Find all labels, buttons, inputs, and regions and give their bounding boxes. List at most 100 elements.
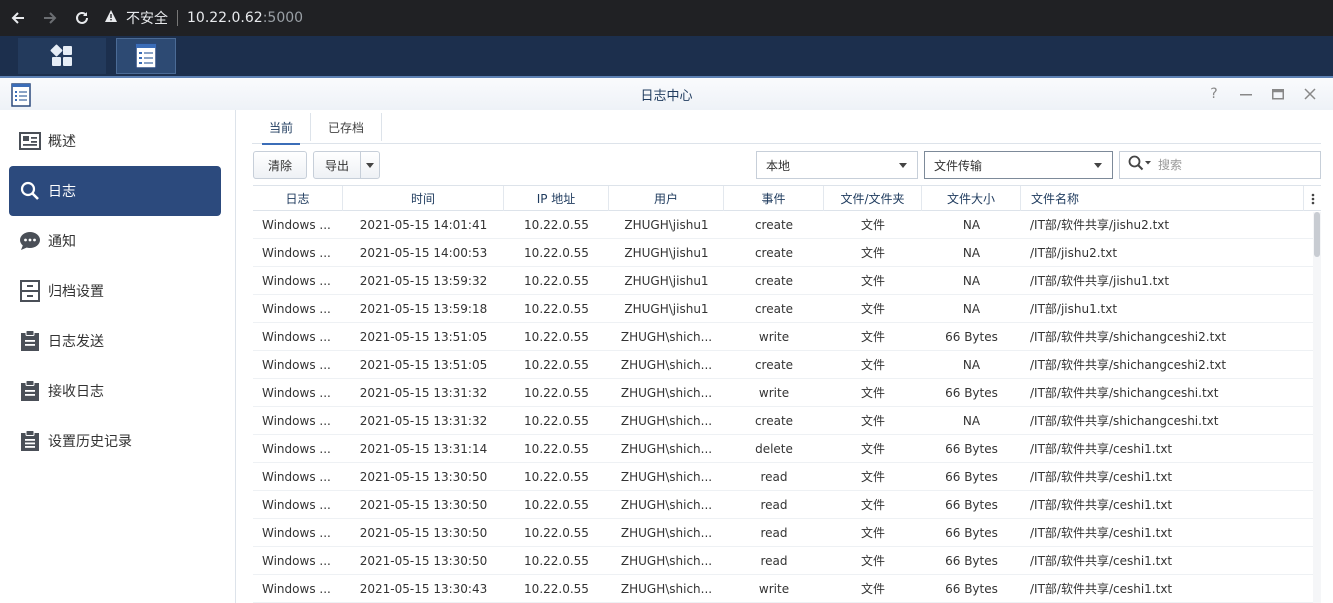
table-cell: 文件 — [860, 470, 885, 484]
table-cell: 10.22.0.55 — [524, 441, 589, 456]
table-cell: NA — [962, 413, 981, 428]
table-cell: Windows ... — [262, 497, 331, 512]
table-cell: 文件 — [860, 246, 885, 260]
table-cell: Windows ... — [262, 329, 331, 344]
table-cell: /IT部/软件共享/ceshi1.txt — [1030, 442, 1173, 456]
table-cell: ZHUGH\shich... — [620, 357, 713, 372]
source-select[interactable]: 本地 — [756, 151, 918, 179]
forward-arrow-icon[interactable] — [34, 0, 66, 36]
table-cell: read — [760, 553, 788, 568]
table-cell: create — [754, 301, 794, 316]
maximize-icon[interactable] — [1267, 84, 1289, 104]
export-dropdown-button[interactable] — [360, 151, 380, 179]
scrollbar-thumb[interactable] — [1314, 212, 1320, 257]
table-cell: 66 Bytes — [945, 553, 998, 568]
table-cell: 66 Bytes — [945, 497, 998, 512]
column-header-ip[interactable]: IP 地址 — [504, 186, 609, 211]
clear-button[interactable]: 清除 — [253, 151, 307, 179]
sidebar-item-label: 日志 — [48, 184, 76, 200]
address-bar[interactable]: 不安全 10.22.0.62 :5000 — [104, 4, 1324, 32]
table-header: 日志 时间 IP 地址 用户 事件 文件/文件夹 文件大小 文件名称 — [253, 185, 1321, 211]
table-cell: 文件 — [860, 414, 885, 428]
table-cell: /IT部/软件共享/ceshi1.txt — [1030, 526, 1173, 540]
table-row[interactable]: Windows ... 2021-05-15 14:01:41 10.22.0.55… — [253, 211, 1321, 239]
table-cell: 文件 — [860, 442, 885, 456]
url-host: 10.22.0.62 — [187, 10, 263, 26]
table-cell: Windows ... — [262, 217, 331, 232]
sidebar-item-label: 接收日志 — [48, 384, 104, 400]
column-header-event[interactable]: 事件 — [724, 186, 824, 211]
sidebar-item-overview[interactable]: 概述 — [9, 116, 221, 166]
log-type-select[interactable]: 文件传输 — [924, 151, 1113, 179]
table-cell: NA — [962, 357, 981, 372]
log-table: 日志 时间 IP 地址 用户 事件 文件/文件夹 文件大小 文件名称 Windo… — [253, 185, 1321, 603]
sidebar-item-log[interactable]: 日志 — [9, 166, 221, 216]
table-cell: 10.22.0.55 — [524, 413, 589, 428]
table-cell: create — [754, 413, 794, 428]
column-options-icon[interactable] — [1304, 186, 1321, 211]
table-row[interactable]: Windows ... 2021-05-15 13:30:50 10.22.0.55… — [253, 547, 1321, 575]
table-row[interactable]: Windows ... 2021-05-15 13:30:50 10.22.0.55… — [253, 491, 1321, 519]
table-row[interactable]: Windows ... 2021-05-15 13:31:32 10.22.0.55… — [253, 407, 1321, 435]
sidebar-item-notification[interactable]: 通知 — [9, 216, 221, 266]
sidebar-item-log-sending[interactable]: 日志发送 — [9, 316, 221, 366]
column-header-file-folder[interactable]: 文件/文件夹 — [824, 186, 922, 211]
tab-current[interactable]: 当前 — [252, 110, 310, 145]
table-cell: read — [760, 497, 788, 512]
search-box[interactable] — [1119, 151, 1321, 179]
table-cell: create — [754, 217, 794, 232]
minimize-icon[interactable] — [1235, 84, 1257, 104]
table-scrollbar[interactable] — [1313, 212, 1321, 603]
chevron-down-icon — [899, 163, 907, 168]
table-cell: Windows ... — [262, 273, 331, 288]
table-cell: ZHUGH\shich... — [620, 469, 713, 484]
column-header-file-name[interactable]: 文件名称 — [1021, 186, 1304, 211]
export-button[interactable]: 导出 — [313, 151, 361, 179]
close-icon[interactable] — [1299, 84, 1321, 104]
table-row[interactable]: Windows ... 2021-05-15 13:51:05 10.22.0.55… — [253, 351, 1321, 379]
column-header-time[interactable]: 时间 — [343, 186, 504, 211]
window-titlebar[interactable]: 日志中心 ? — [0, 78, 1333, 110]
search-icon[interactable] — [1128, 155, 1152, 175]
tab-archived[interactable]: 已存档 — [311, 110, 381, 144]
log-type-select-value: 文件传输 — [934, 158, 983, 173]
search-input[interactable] — [1158, 158, 1308, 172]
sidebar-item-archive-settings[interactable]: 归档设置 — [9, 266, 221, 316]
column-header-user[interactable]: 用户 — [609, 186, 724, 211]
table-row[interactable]: Windows ... 2021-05-15 13:31:14 10.22.0.55… — [253, 435, 1321, 463]
table-cell: NA — [962, 245, 981, 260]
table-cell: 2021-05-15 13:30:50 — [359, 553, 488, 568]
table-cell: Windows ... — [262, 469, 331, 484]
table-row[interactable]: Windows ... 2021-05-15 13:59:18 10.22.0.55… — [253, 295, 1321, 323]
table-cell: 10.22.0.55 — [524, 525, 589, 540]
column-header-log[interactable]: 日志 — [253, 186, 343, 211]
table-cell: 2021-05-15 13:30:50 — [359, 469, 488, 484]
column-header-file-size[interactable]: 文件大小 — [922, 186, 1021, 211]
table-cell: 文件 — [860, 302, 885, 316]
table-cell: Windows ... — [262, 301, 331, 316]
table-cell: 10.22.0.55 — [524, 357, 589, 372]
table-cell: /IT部/软件共享/shichangceshi2.txt — [1030, 358, 1227, 372]
table-cell: 10.22.0.55 — [524, 553, 589, 568]
log-center-task-button[interactable] — [116, 38, 176, 74]
table-cell: 2021-05-15 13:51:05 — [359, 357, 488, 372]
table-row[interactable]: Windows ... 2021-05-15 13:30:50 10.22.0.55… — [253, 463, 1321, 491]
sidebar-item-settings-history[interactable]: 设置历史记录 — [9, 416, 221, 466]
help-icon[interactable]: ? — [1203, 84, 1225, 104]
table-row[interactable]: Windows ... 2021-05-15 13:30:50 10.22.0.55… — [253, 519, 1321, 547]
table-cell: 10.22.0.55 — [524, 217, 589, 232]
sidebar: 概述 日志 通知 归档设置 日志发送 接收日志 设置历史记录 — [0, 110, 236, 603]
reload-icon[interactable] — [66, 0, 98, 36]
back-arrow-icon[interactable] — [2, 0, 34, 36]
table-row[interactable]: Windows ... 2021-05-15 13:31:32 10.22.0.55… — [253, 379, 1321, 407]
table-row[interactable]: Windows ... 2021-05-15 13:51:05 10.22.0.55… — [253, 323, 1321, 351]
table-row[interactable]: Windows ... 2021-05-15 13:30:43 10.22.0.55… — [253, 575, 1321, 603]
table-row[interactable]: Windows ... 2021-05-15 13:59:32 10.22.0.55… — [253, 267, 1321, 295]
log-center-icon — [135, 43, 157, 69]
table-cell: 66 Bytes — [945, 385, 998, 400]
table-cell: 2021-05-15 13:59:32 — [359, 273, 488, 288]
table-cell: 2021-05-15 13:31:14 — [359, 441, 488, 456]
main-menu-button[interactable] — [18, 38, 106, 74]
sidebar-item-receive-log[interactable]: 接收日志 — [9, 366, 221, 416]
table-row[interactable]: Windows ... 2021-05-15 14:00:53 10.22.0.55… — [253, 239, 1321, 267]
